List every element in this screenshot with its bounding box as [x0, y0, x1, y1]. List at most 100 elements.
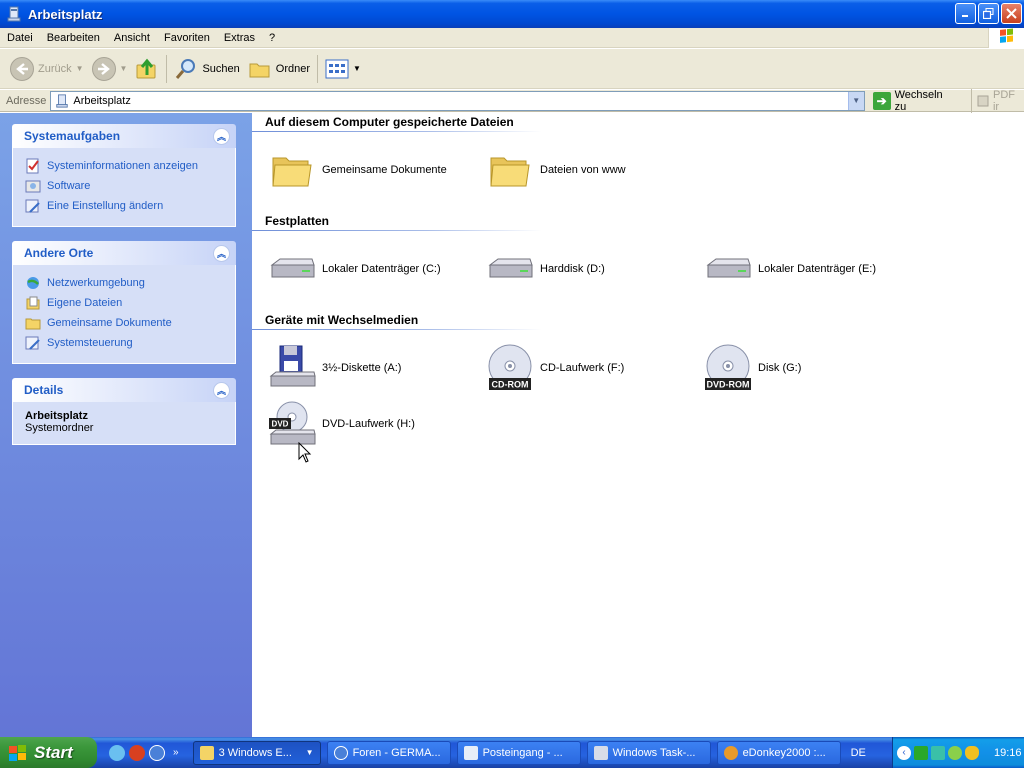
up-button[interactable] — [131, 52, 163, 86]
taskbar-button-forum[interactable]: Foren - GERMA... — [326, 740, 451, 765]
start-label: Start — [34, 742, 73, 762]
task-change-setting[interactable]: Eine Einstellung ändern — [25, 196, 225, 216]
item-drive-d[interactable]: Harddisk (D:) — [486, 245, 605, 293]
pdf-button[interactable]: PDF ir — [971, 88, 1024, 113]
item-drive-e[interactable]: Lokaler Datenträger (E:) — [704, 245, 876, 293]
taskbar-button-label: eDonkey2000 :... — [742, 746, 826, 759]
language-indicator[interactable]: DE — [851, 747, 875, 759]
title-bar[interactable]: Arbeitsplatz — [0, 0, 1024, 28]
other-places-header[interactable]: Andere Orte ︽ — [12, 241, 236, 265]
folder-icon — [199, 745, 214, 760]
show-hidden-icons-button[interactable]: ‹ — [897, 745, 911, 760]
dvd-badge: DVD — [272, 420, 289, 429]
group-dropdown-icon: ▼ — [305, 748, 314, 757]
quick-launch: » — [109, 744, 179, 761]
menu-help[interactable]: ? — [262, 28, 282, 48]
task-label: Systeminformationen anzeigen — [47, 160, 199, 172]
item-label: Disk (G:) — [758, 362, 802, 374]
start-button[interactable]: Start — [0, 737, 97, 768]
cd-rom-badge: CD-ROM — [492, 380, 529, 390]
forward-dropdown-icon[interactable]: ▼ — [120, 64, 128, 73]
item-drive-c[interactable]: Lokaler Datenträger (C:) — [268, 245, 441, 293]
back-button[interactable]: Zurück ▼ — [6, 52, 88, 86]
menu-bar: Datei Bearbeiten Ansicht Favoriten Extra… — [0, 28, 1024, 48]
menu-ansicht[interactable]: Ansicht — [107, 28, 157, 48]
menu-favoriten[interactable]: Favoriten — [157, 28, 217, 48]
messenger-icon[interactable] — [149, 744, 165, 761]
system-tray: ‹ 19:16 — [892, 737, 1024, 768]
browser-icon[interactable] — [129, 744, 145, 761]
group-divider — [252, 131, 542, 132]
back-dropdown-icon[interactable]: ▼ — [76, 64, 84, 73]
place-label: Gemeinsame Dokumente — [47, 317, 172, 329]
taskbar-button-inbox[interactable]: Posteingang - ... — [456, 740, 581, 765]
system-tasks-panel: Systemaufgaben ︽ Systeminformationen anz… — [12, 124, 236, 227]
place-my-documents[interactable]: Eigene Dateien — [25, 293, 225, 313]
details-header[interactable]: Details ︽ — [12, 378, 236, 402]
task-software[interactable]: Software — [25, 176, 225, 196]
collapse-icon[interactable]: ︽ — [213, 244, 230, 262]
item-disk-g[interactable]: DVD-ROM Disk (G:) — [704, 344, 801, 392]
dvd-rom-badge: DVD-ROM — [707, 380, 750, 390]
menu-extras[interactable]: Extras — [217, 28, 262, 48]
restore-button[interactable] — [978, 3, 999, 24]
place-network[interactable]: Netzwerkumgebung — [25, 273, 225, 293]
item-label: Harddisk (D:) — [540, 263, 605, 275]
go-label: Wechseln zu — [894, 88, 943, 113]
computer-icon — [7, 6, 21, 22]
place-shared-documents[interactable]: Gemeinsame Dokumente — [25, 313, 225, 333]
minimize-button[interactable] — [955, 3, 976, 24]
group-divider — [252, 329, 542, 330]
view-button[interactable]: ▼ — [321, 52, 365, 86]
system-tasks-header[interactable]: Systemaufgaben ︽ — [12, 124, 236, 148]
address-label: Adresse — [6, 94, 47, 107]
internet-explorer-icon[interactable] — [109, 744, 125, 761]
item-shared-documents[interactable]: Gemeinsame Dokumente — [268, 146, 447, 194]
collapse-icon[interactable]: ︽ — [213, 127, 230, 145]
item-label: Dateien von www — [540, 164, 626, 176]
tray-app-icon[interactable] — [914, 745, 928, 760]
task-label: Eine Einstellung ändern — [47, 200, 164, 212]
task-system-info[interactable]: Systeminformationen anzeigen — [25, 156, 225, 176]
group-title-files: Auf diesem Computer gespeicherte Dateien — [265, 115, 514, 129]
place-control-panel[interactable]: Systemsteuerung — [25, 333, 225, 353]
task-label: Software — [47, 180, 91, 192]
collapse-icon[interactable]: ︽ — [213, 381, 230, 399]
menu-bearbeiten[interactable]: Bearbeiten — [40, 28, 107, 48]
search-icon — [176, 58, 196, 79]
minimize-icon — [962, 15, 968, 17]
mouse-cursor-icon — [298, 442, 312, 463]
menu-datei[interactable]: Datei — [0, 28, 40, 48]
mail-icon — [463, 745, 478, 760]
hard-drive-icon — [270, 258, 315, 278]
item-dvd-h[interactable]: DVD DVD-Laufwerk (H:) — [268, 400, 415, 448]
tray-security-icon[interactable] — [948, 745, 962, 760]
go-button[interactable]: ➔ Wechseln zu — [872, 88, 957, 113]
cd-drive-icon: CD-ROM — [488, 344, 532, 390]
item-www-files[interactable]: Dateien von www — [486, 146, 626, 194]
taskbar-button-edonkey[interactable]: eDonkey2000 :... — [716, 740, 841, 765]
taskbar-button-label: Foren - GERMA... — [352, 746, 441, 759]
tray-network-icon[interactable] — [931, 745, 945, 760]
tray-shield-icon[interactable] — [965, 745, 979, 760]
close-icon — [1006, 8, 1017, 19]
folders-button[interactable]: Ordner — [244, 52, 314, 86]
taskbar-button-task-manager[interactable]: Windows Task-... — [586, 740, 711, 765]
address-input[interactable]: Arbeitsplatz ▼ — [50, 90, 865, 111]
hard-drive-icon — [488, 258, 533, 278]
taskbar-button-explorer[interactable]: 3 Windows E... ▼ — [192, 740, 321, 765]
forward-button[interactable]: ▼ — [88, 52, 132, 86]
item-floppy-a[interactable]: 3½-Diskette (A:) — [268, 344, 401, 392]
windows-logo-icon — [988, 28, 1024, 48]
taskbar-button-label: Posteingang - ... — [482, 746, 563, 759]
item-cd-f[interactable]: CD-ROM CD-Laufwerk (F:) — [486, 344, 624, 392]
views-dropdown-icon[interactable]: ▼ — [353, 64, 361, 73]
address-dropdown-icon[interactable]: ▼ — [847, 91, 864, 110]
clock[interactable]: 19:16 — [994, 747, 1022, 759]
group-title-drives: Festplatten — [265, 214, 330, 228]
search-button[interactable]: Suchen — [170, 52, 243, 86]
close-button[interactable] — [1001, 3, 1022, 24]
quick-launch-more-icon[interactable]: » — [173, 747, 179, 758]
folder-up-icon — [136, 58, 156, 78]
folder-icon — [249, 63, 270, 77]
